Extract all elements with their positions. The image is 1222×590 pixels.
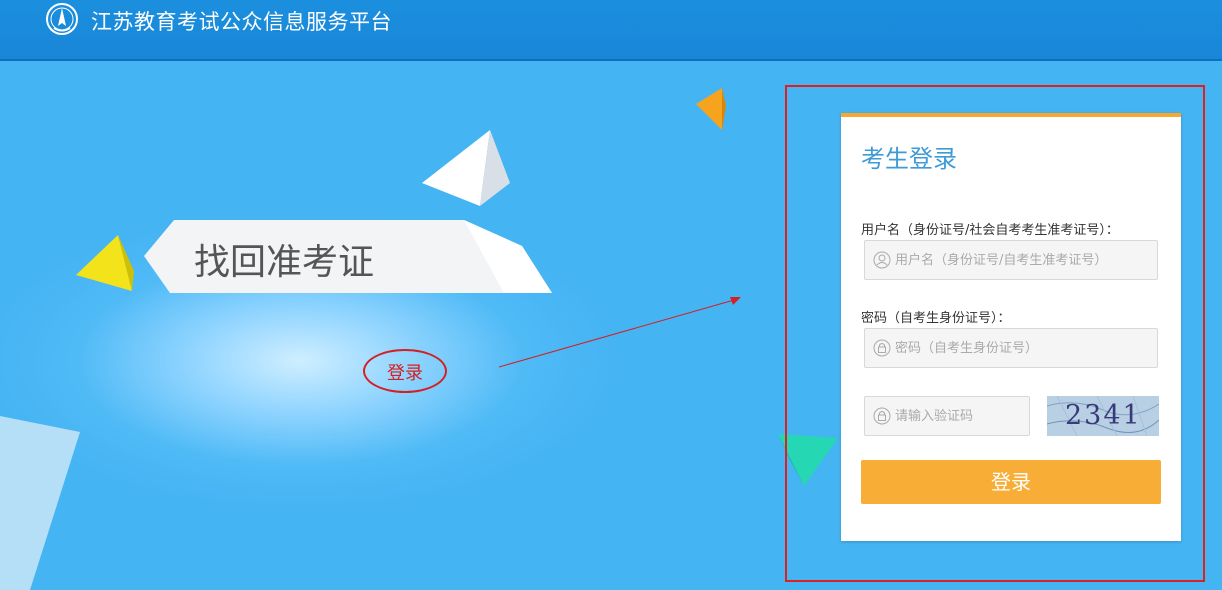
password-label: 密码（自考生身份证号）： bbox=[861, 311, 1011, 326]
username-label: 用户名（身份证号/社会自考考生准考证号）： bbox=[861, 223, 1119, 238]
yellow-pyramid-decoration bbox=[76, 235, 134, 291]
password-field-box bbox=[864, 328, 1158, 368]
lock-icon bbox=[873, 407, 891, 425]
site-title[interactable]: 江苏教育考试公众信息服务平台 bbox=[91, 6, 392, 36]
captcha-image[interactable]: 2341 bbox=[1047, 396, 1159, 436]
login-button[interactable]: 登录 bbox=[861, 460, 1161, 504]
login-panel-title: 考生登录 bbox=[861, 145, 957, 173]
white-ribbon-decoration bbox=[0, 416, 80, 590]
user-icon bbox=[873, 251, 891, 269]
white-pyramid-decoration bbox=[422, 130, 510, 206]
lock-icon bbox=[873, 339, 891, 357]
login-panel: 考生登录 用户名（身份证号/社会自考考生准考证号）： 密码（自考生身份证号）： bbox=[841, 113, 1181, 541]
retrieve-ticket-link[interactable]: 找回准考证 bbox=[194, 233, 374, 285]
orange-pyramid-decoration bbox=[696, 88, 726, 130]
password-input[interactable] bbox=[895, 329, 1151, 367]
site-header: 江苏教育考试公众信息服务平台 bbox=[0, 0, 1222, 61]
captcha-field-box bbox=[864, 396, 1030, 436]
exam-authority-logo-icon[interactable] bbox=[45, 2, 79, 36]
login-annotation: 登录 bbox=[363, 349, 447, 393]
username-input[interactable] bbox=[895, 241, 1151, 279]
captcha-input[interactable] bbox=[895, 397, 1023, 435]
captcha-code: 2341 bbox=[1065, 400, 1142, 431]
login-annotation-label: 登录 bbox=[387, 363, 423, 384]
username-field-box bbox=[864, 240, 1158, 280]
